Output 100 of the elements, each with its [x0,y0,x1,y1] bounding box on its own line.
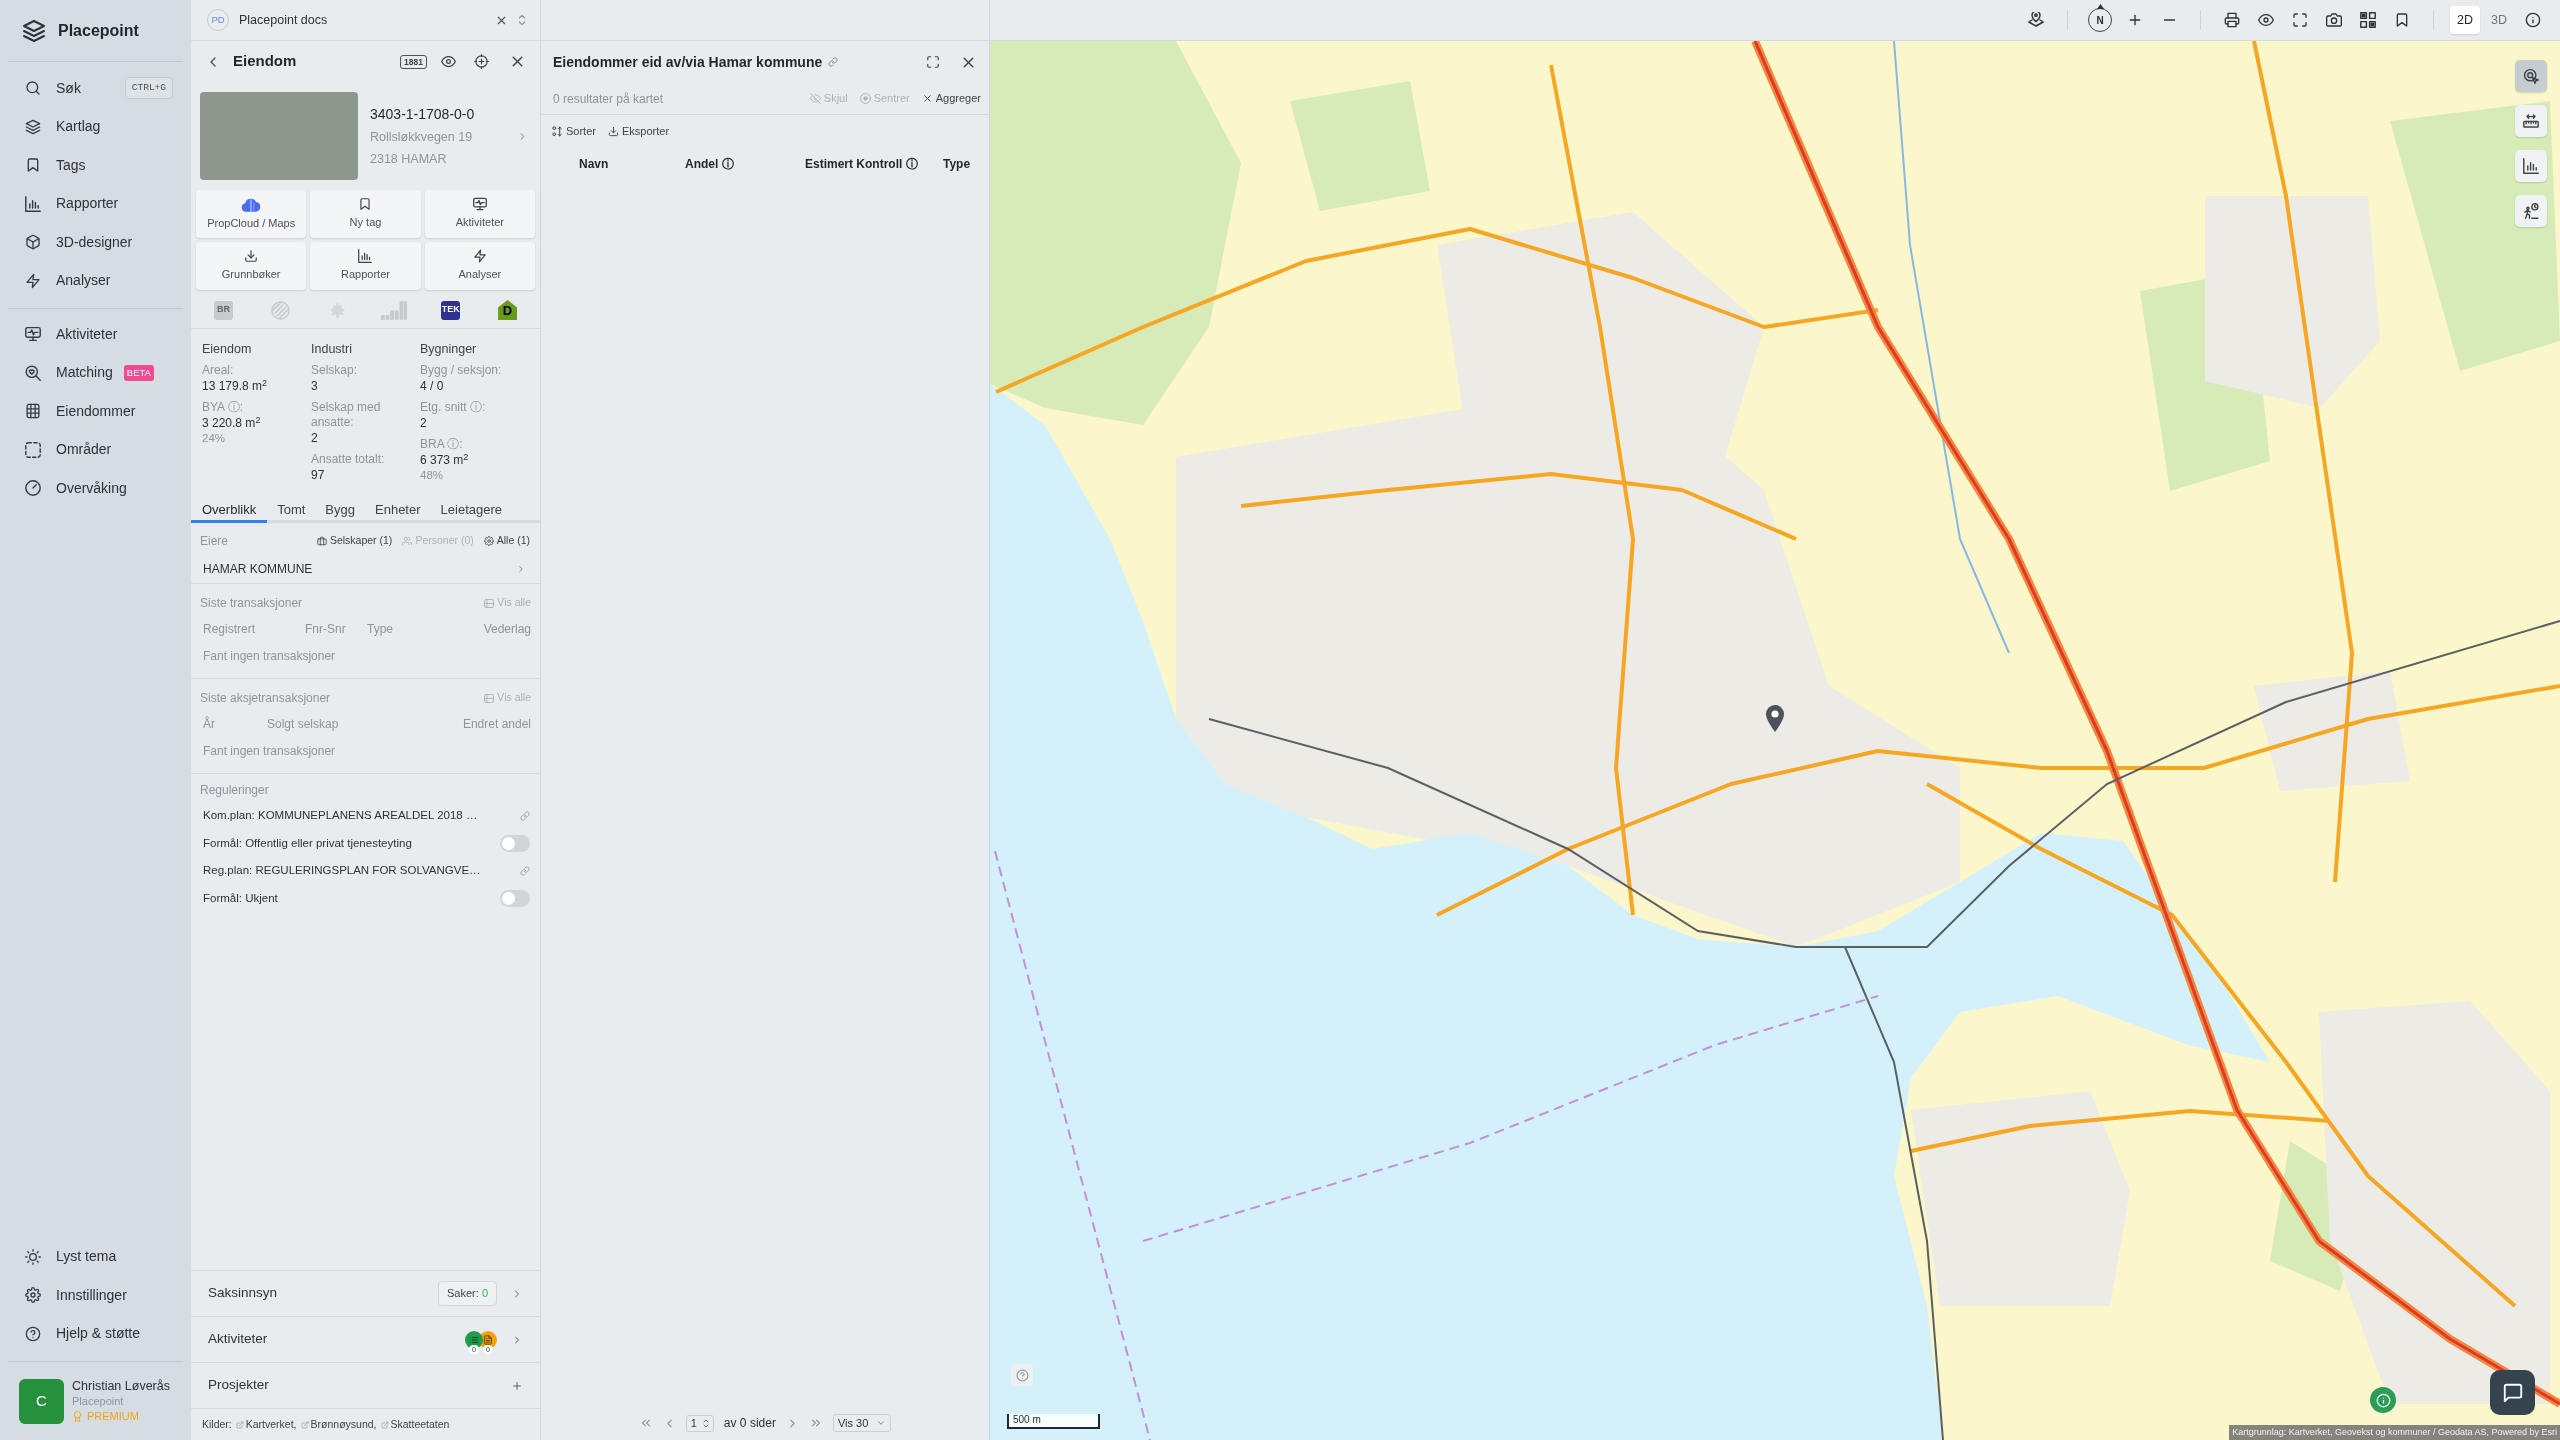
sidebar-item[interactable]: Overvåking [0,469,191,508]
action-button[interactable]: Rapporter [310,242,421,290]
link-icon [828,57,839,67]
monitor-pulse-icon [472,197,487,212]
user-name: Christian Løverås [72,1378,170,1394]
empty-message: Fant ingen transaksjoner [203,742,336,760]
target-icon [859,93,871,104]
printer-icon [2224,12,2240,28]
bar-chart-icon [358,249,373,264]
link-icon [520,810,530,821]
action-button[interactable]: Grunnbøker [196,242,307,290]
owner-filter[interactable]: Alle (1) [483,533,530,549]
external-link-icon [235,1420,244,1429]
column-header[interactable]: Type [943,155,989,173]
info-icon [2525,12,2541,28]
building-icon [25,403,41,420]
stat-label: Areal: [202,363,235,378]
sidebar-item[interactable]: Tags [0,146,191,185]
column-header[interactable]: Estimert Kontroll ⓘ [805,155,943,173]
tab[interactable]: Enheter [365,499,431,523]
sidebar-item[interactable]: 3D-designer [0,223,191,262]
section-title: Aktiviteter [208,1330,268,1349]
stat-value: 2 [420,415,428,431]
map-pin-layers-icon [2028,12,2044,28]
fullscreen-icon [926,55,940,69]
sidebar-item[interactable]: Søk CTRL+G [0,69,191,108]
chip-label: Saker: [447,1287,479,1300]
sidebar-item[interactable]: Analyser [0,261,191,300]
page-size-select[interactable]: Vis 30 [832,1414,892,1432]
energy-label: D [498,300,518,320]
bar-chart-icon [25,195,41,212]
stat-value: 6 373 m$^{2}$ [420,452,470,468]
source-link[interactable]: Kartverket, [235,1416,297,1433]
info-icon [2375,1392,2391,1408]
tab[interactable]: Tomt [267,499,316,523]
sidebar-item[interactable]: Aktiviteter [0,315,191,354]
toolbar-button[interactable]: Eksporter [607,122,670,140]
column-header[interactable]: Navn [565,155,685,173]
stat-percent: 24% [202,431,227,445]
chevron-right-icon [516,564,526,574]
sidebar-item[interactable]: Innstillinger [0,1276,191,1315]
owner-row[interactable]: HAMAR KOMMUNE [191,555,540,584]
map-tool-button[interactable] [2515,195,2547,227]
help-icon [25,1325,41,1342]
directory-logo-button[interactable]: 1881 [400,54,427,69]
search-icon [25,80,41,97]
north-arrow-icon [2097,4,2104,9]
fullscreen-button[interactable] [926,55,940,69]
source-link[interactable]: Skatteetaten [380,1416,450,1433]
column-header[interactable]: Andel ⓘ [685,155,805,173]
owners-label: Eiere [200,533,228,550]
document-title[interactable]: Placepoint docs [239,10,328,30]
tab[interactable]: Overblikk [191,499,268,523]
action-button[interactable]: Ny tag [310,190,421,238]
view-mode-toggle[interactable]: 3D [2484,6,2514,34]
letter-tile: TEK [441,300,461,320]
beta-tag: BETA [123,364,154,381]
action-button[interactable]: Analyser [424,242,535,290]
toolbar-button[interactable]: Sorter [552,122,596,140]
map-tool-button[interactable] [2515,60,2547,92]
locate-button[interactable] [474,54,489,69]
add-button[interactable] [511,1379,523,1392]
map-action-button[interactable]: Aggreger [921,90,981,107]
source-link[interactable]: Brønnøysund, [300,1416,377,1433]
plus-icon [511,1379,523,1392]
page-field[interactable]: 1 [685,1414,714,1432]
tab[interactable]: Bygg [315,499,365,523]
view-mode-toggle[interactable]: 2D [2450,6,2480,34]
action-button[interactable]: PropCloud / Maps [196,190,307,238]
stat-percent: 48% [420,468,445,482]
logo-icon [22,18,46,43]
toggle-switch[interactable] [500,889,530,907]
sidebar-item[interactable]: Lyst tema [0,1237,191,1276]
stat-value: 3 [311,378,319,394]
award-icon [72,1410,83,1422]
column-header: Registrert [203,620,256,638]
sidebar-item[interactable]: Rapporter [0,184,191,223]
fullscreen-icon [2292,12,2308,28]
sidebar-item[interactable]: Matching BETA [0,353,191,392]
stats-heading: Bygninger [420,341,478,358]
chevron-up-down-icon [702,1418,709,1428]
action-button[interactable]: Aktiviteter [424,190,535,238]
chat-button[interactable] [2490,1370,2535,1415]
sidebar-item[interactable]: Hjelp & støtte [0,1314,191,1353]
map-tool-button[interactable] [2515,105,2547,137]
toggle-switch[interactable] [500,834,530,852]
sidebar-item[interactable]: Områder [0,430,191,469]
sidebar-item[interactable]: Eiendommer [0,392,191,431]
column-header: Vederlag [483,620,531,638]
switch-document-button[interactable] [518,14,526,26]
section-heading: Reguleringer [200,782,270,799]
eye-icon [441,54,456,69]
map-tool-button[interactable] [2515,150,2547,182]
tab[interactable]: Leietagere [430,499,512,523]
map-attribution: Kartgrunnlag: Kartverket, Geovekst og kommuner / Geodata AS, Powered by Esri [2229,1425,2560,1440]
column-header: År [203,715,216,733]
toggle-knob [502,836,515,850]
view-button[interactable] [441,54,456,69]
sidebar-item[interactable]: Kartlag [0,107,191,146]
owner-filter[interactable]: Selskaper (1) [316,533,393,549]
